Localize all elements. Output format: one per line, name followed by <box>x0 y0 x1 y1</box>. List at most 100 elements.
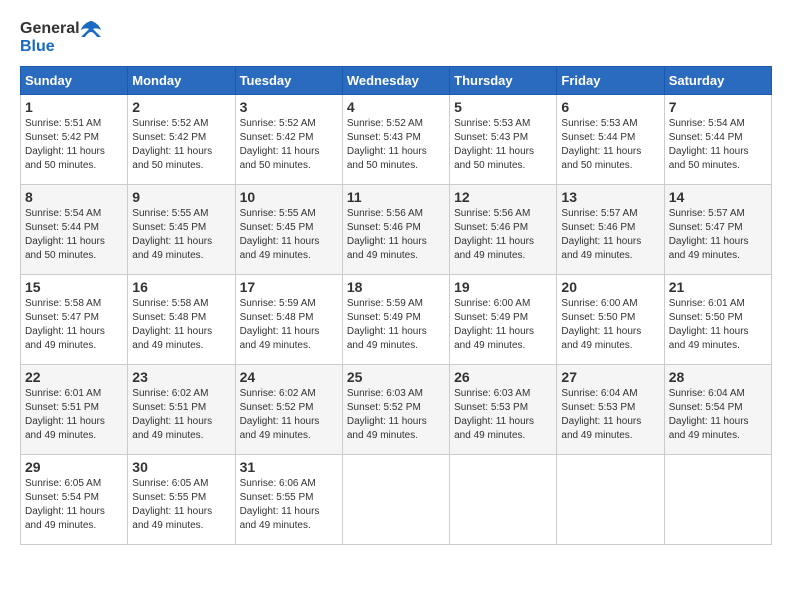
logo-text-block: General Blue <box>20 20 102 56</box>
logo: General Blue <box>20 20 102 56</box>
header-cell-tuesday: Tuesday <box>235 67 342 95</box>
day-number: 8 <box>25 189 123 205</box>
calendar-table: SundayMondayTuesdayWednesdayThursdayFrid… <box>20 66 772 545</box>
calendar-week-5: 29 Sunrise: 6:05 AMSunset: 5:54 PMDayligh… <box>21 455 772 545</box>
calendar-cell: 24 Sunrise: 6:02 AMSunset: 5:52 PMDayligh… <box>235 365 342 455</box>
header-cell-saturday: Saturday <box>664 67 771 95</box>
calendar-cell: 31Sunrise: 6:06 AMSunset: 5:55 PMDayligh… <box>235 455 342 545</box>
day-info: Sunrise: 5:54 AMSunset: 5:44 PMDaylight:… <box>669 117 767 173</box>
calendar-cell: 1 Sunrise: 5:51 AMSunset: 5:42 PMDaylight… <box>21 95 128 185</box>
day-number: 16 <box>132 279 230 295</box>
day-info: Sunrise: 6:02 AMSunset: 5:52 PMDaylight:… <box>240 387 338 443</box>
day-info: Sunrise: 6:03 AMSunset: 5:53 PMDaylight:… <box>454 387 552 443</box>
day-number: 11 <box>347 189 445 205</box>
day-info: Sunrise: 6:05 AMSunset: 5:55 PMDaylight:… <box>132 477 230 533</box>
day-info: Sunrise: 5:51 AMSunset: 5:42 PMDaylight:… <box>25 117 123 173</box>
day-number: 13 <box>561 189 659 205</box>
day-number: 4 <box>347 99 445 115</box>
calendar-cell: 3 Sunrise: 5:52 AMSunset: 5:42 PMDaylight… <box>235 95 342 185</box>
day-number: 6 <box>561 99 659 115</box>
calendar-cell: 21 Sunrise: 6:01 AMSunset: 5:50 PMDayligh… <box>664 275 771 365</box>
calendar-body: 1 Sunrise: 5:51 AMSunset: 5:42 PMDaylight… <box>21 95 772 545</box>
day-number: 28 <box>669 369 767 385</box>
day-number: 30 <box>132 459 230 475</box>
day-info: Sunrise: 5:53 AMSunset: 5:44 PMDaylight:… <box>561 117 659 173</box>
day-number: 10 <box>240 189 338 205</box>
day-info: Sunrise: 6:01 AMSunset: 5:51 PMDaylight:… <box>25 387 123 443</box>
day-info: Sunrise: 6:00 AMSunset: 5:49 PMDaylight:… <box>454 297 552 353</box>
calendar-cell: 12Sunrise: 5:56 AMSunset: 5:46 PMDayligh… <box>450 185 557 275</box>
calendar-cell: 2Sunrise: 5:52 AMSunset: 5:42 PMDaylight… <box>128 95 235 185</box>
calendar-cell: 8 Sunrise: 5:54 AMSunset: 5:44 PMDaylight… <box>21 185 128 275</box>
day-info: Sunrise: 6:00 AMSunset: 5:50 PMDaylight:… <box>561 297 659 353</box>
day-number: 23 <box>132 369 230 385</box>
calendar-cell: 4 Sunrise: 5:52 AMSunset: 5:43 PMDaylight… <box>342 95 449 185</box>
day-info: Sunrise: 5:55 AMSunset: 5:45 PMDaylight:… <box>240 207 338 263</box>
calendar-cell: 30 Sunrise: 6:05 AMSunset: 5:55 PMDayligh… <box>128 455 235 545</box>
calendar-cell: 23 Sunrise: 6:02 AMSunset: 5:51 PMDayligh… <box>128 365 235 455</box>
logo-general-label: General <box>20 20 80 38</box>
calendar-week-1: 1 Sunrise: 5:51 AMSunset: 5:42 PMDaylight… <box>21 95 772 185</box>
calendar-week-2: 8 Sunrise: 5:54 AMSunset: 5:44 PMDaylight… <box>21 185 772 275</box>
calendar-cell <box>557 455 664 545</box>
calendar-cell: 28 Sunrise: 6:04 AMSunset: 5:54 PMDayligh… <box>664 365 771 455</box>
calendar-header: SundayMondayTuesdayWednesdayThursdayFrid… <box>21 67 772 95</box>
header-cell-monday: Monday <box>128 67 235 95</box>
calendar-cell: 18 Sunrise: 5:59 AMSunset: 5:49 PMDayligh… <box>342 275 449 365</box>
calendar-cell: 9Sunrise: 5:55 AMSunset: 5:45 PMDaylight… <box>128 185 235 275</box>
calendar-cell: 29 Sunrise: 6:05 AMSunset: 5:54 PMDayligh… <box>21 455 128 545</box>
calendar-cell: 27 Sunrise: 6:04 AMSunset: 5:53 PMDayligh… <box>557 365 664 455</box>
day-info: Sunrise: 5:58 AMSunset: 5:48 PMDaylight:… <box>132 297 230 353</box>
calendar-cell: 25Sunrise: 6:03 AMSunset: 5:52 PMDayligh… <box>342 365 449 455</box>
day-number: 15 <box>25 279 123 295</box>
day-number: 29 <box>25 459 123 475</box>
day-number: 27 <box>561 369 659 385</box>
day-info: Sunrise: 6:02 AMSunset: 5:51 PMDaylight:… <box>132 387 230 443</box>
day-number: 24 <box>240 369 338 385</box>
day-number: 1 <box>25 99 123 115</box>
day-number: 17 <box>240 279 338 295</box>
day-number: 19 <box>454 279 552 295</box>
day-info: Sunrise: 5:52 AMSunset: 5:42 PMDaylight:… <box>132 117 230 173</box>
logo-container: General Blue <box>20 20 102 56</box>
calendar-week-4: 22Sunrise: 6:01 AMSunset: 5:51 PMDayligh… <box>21 365 772 455</box>
day-info: Sunrise: 6:06 AMSunset: 5:55 PMDaylight:… <box>240 477 338 533</box>
calendar-cell: 7 Sunrise: 5:54 AMSunset: 5:44 PMDaylight… <box>664 95 771 185</box>
calendar-cell: 6 Sunrise: 5:53 AMSunset: 5:44 PMDaylight… <box>557 95 664 185</box>
day-info: Sunrise: 5:59 AMSunset: 5:48 PMDaylight:… <box>240 297 338 353</box>
day-info: Sunrise: 6:04 AMSunset: 5:53 PMDaylight:… <box>561 387 659 443</box>
header-cell-friday: Friday <box>557 67 664 95</box>
day-number: 3 <box>240 99 338 115</box>
header: General Blue <box>20 20 772 56</box>
header-cell-sunday: Sunday <box>21 67 128 95</box>
calendar-week-3: 15Sunrise: 5:58 AMSunset: 5:47 PMDayligh… <box>21 275 772 365</box>
day-number: 26 <box>454 369 552 385</box>
calendar-cell: 19 Sunrise: 6:00 AMSunset: 5:49 PMDayligh… <box>450 275 557 365</box>
day-number: 7 <box>669 99 767 115</box>
day-number: 14 <box>669 189 767 205</box>
calendar-cell: 5Sunrise: 5:53 AMSunset: 5:43 PMDaylight… <box>450 95 557 185</box>
day-number: 21 <box>669 279 767 295</box>
calendar-cell <box>450 455 557 545</box>
day-number: 18 <box>347 279 445 295</box>
day-info: Sunrise: 5:59 AMSunset: 5:49 PMDaylight:… <box>347 297 445 353</box>
day-info: Sunrise: 5:52 AMSunset: 5:43 PMDaylight:… <box>347 117 445 173</box>
logo-bird-icon <box>80 20 102 38</box>
day-info: Sunrise: 5:57 AMSunset: 5:47 PMDaylight:… <box>669 207 767 263</box>
calendar-cell: 26 Sunrise: 6:03 AMSunset: 5:53 PMDayligh… <box>450 365 557 455</box>
day-info: Sunrise: 6:01 AMSunset: 5:50 PMDaylight:… <box>669 297 767 353</box>
day-info: Sunrise: 5:52 AMSunset: 5:42 PMDaylight:… <box>240 117 338 173</box>
day-info: Sunrise: 5:56 AMSunset: 5:46 PMDaylight:… <box>347 207 445 263</box>
day-info: Sunrise: 6:03 AMSunset: 5:52 PMDaylight:… <box>347 387 445 443</box>
calendar-cell: 17 Sunrise: 5:59 AMSunset: 5:48 PMDayligh… <box>235 275 342 365</box>
logo-blue-label: Blue <box>20 38 55 56</box>
day-info: Sunrise: 6:05 AMSunset: 5:54 PMDaylight:… <box>25 477 123 533</box>
day-info: Sunrise: 5:54 AMSunset: 5:44 PMDaylight:… <box>25 207 123 263</box>
header-cell-wednesday: Wednesday <box>342 67 449 95</box>
calendar-cell: 14 Sunrise: 5:57 AMSunset: 5:47 PMDayligh… <box>664 185 771 275</box>
day-info: Sunrise: 6:04 AMSunset: 5:54 PMDaylight:… <box>669 387 767 443</box>
day-number: 9 <box>132 189 230 205</box>
day-number: 5 <box>454 99 552 115</box>
calendar-cell: 16 Sunrise: 5:58 AMSunset: 5:48 PMDayligh… <box>128 275 235 365</box>
header-cell-thursday: Thursday <box>450 67 557 95</box>
